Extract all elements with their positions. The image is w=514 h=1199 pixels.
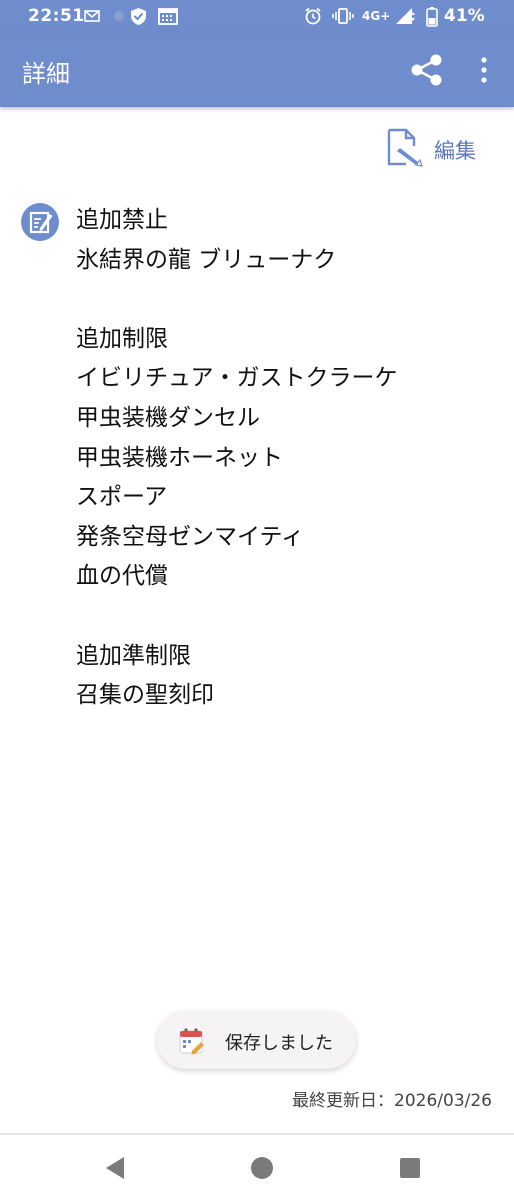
vpn-shield-icon — [131, 8, 146, 25]
note-line: 発条空母ゼンマイティ — [76, 523, 305, 550]
note-line: 召集の聖刻印 — [76, 682, 214, 709]
toast-message: 保存しました — [225, 1033, 333, 1054]
page-title: 詳細 — [22, 60, 70, 88]
dot-icon — [114, 11, 124, 21]
last-updated-text: 最終更新日：2026/03/26 — [292, 1091, 492, 1111]
note-line — [76, 280, 496, 320]
status-time: 22:51 — [28, 6, 85, 26]
note-line: イビリチュア・ガストクラーケ — [76, 365, 398, 392]
mail-icon — [84, 10, 100, 22]
battery-icon — [426, 7, 438, 27]
battery-percent: 41% — [444, 6, 485, 26]
note-line: スポーア — [76, 484, 168, 511]
more-vert-icon[interactable] — [474, 55, 494, 85]
note-line: 氷結界の龍 ブリューナク — [76, 246, 337, 273]
app-calendar-icon — [179, 1028, 204, 1055]
back-icon[interactable] — [104, 1155, 126, 1181]
note-content: 追加禁止 氷結界の龍 ブリューナク 追加制限 イビリチュア・ガストクラーケ 甲虫… — [76, 201, 496, 716]
edit-label: 編集 — [434, 139, 476, 163]
note-line: 甲虫装機ホーネット — [76, 444, 283, 471]
vibrate-icon — [332, 8, 354, 24]
note-edit-icon — [21, 203, 59, 241]
edit-button[interactable]: 編集 — [384, 126, 494, 170]
note-line: 追加禁止 — [76, 207, 168, 233]
home-icon[interactable] — [250, 1156, 274, 1180]
alarm-icon — [305, 7, 321, 25]
note-line: 血の代償 — [76, 563, 168, 590]
network-type: 4G+ — [362, 9, 391, 23]
note-line: 甲虫装機ダンセル — [76, 404, 260, 431]
note-line — [76, 597, 496, 637]
calendar-icon — [158, 8, 178, 25]
status-bar: 22:51 4G+ 41% — [0, 0, 514, 33]
system-nav-bar — [0, 1135, 514, 1199]
app-bar: 詳細 — [0, 33, 514, 107]
share-icon[interactable] — [408, 51, 446, 89]
edit-document-icon — [387, 128, 423, 167]
note-line: 追加準制限 — [76, 642, 191, 669]
note-line: 追加制限 — [76, 325, 168, 352]
saved-toast: 保存しました — [157, 1011, 356, 1069]
recents-icon[interactable] — [399, 1157, 421, 1179]
signal-icon — [396, 8, 415, 24]
